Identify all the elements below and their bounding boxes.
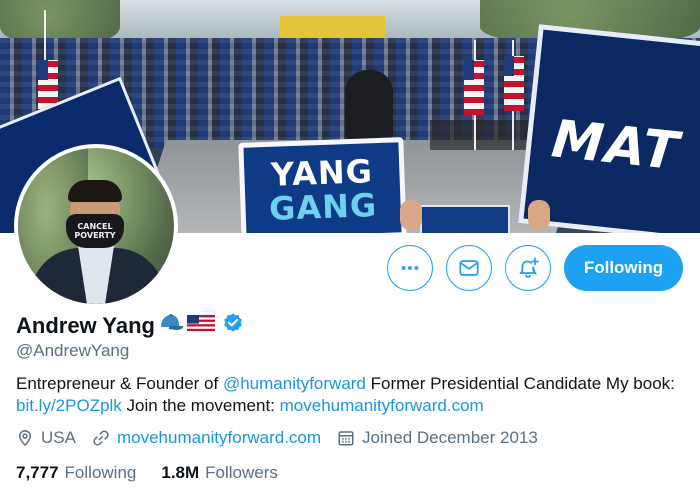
location-text: USA (41, 428, 76, 447)
bio-movement-link[interactable]: movehumanityforward.com (280, 396, 484, 415)
website-link[interactable]: movehumanityforward.com (117, 428, 321, 448)
profile-stats: 7,777 Following 1.8M Followers (16, 463, 303, 483)
banner-building (280, 16, 385, 38)
avatar-hair (68, 180, 122, 202)
sign-text-right: MAT (548, 109, 683, 183)
bio-text: Entrepreneur & Founder of (16, 374, 223, 393)
bio-text: Former Presidential Candidate My book: (365, 374, 675, 393)
followers-label: Followers (205, 463, 278, 482)
message-button[interactable] (446, 245, 492, 291)
mask-text-line1: CANCEL (77, 222, 113, 231)
bell-plus-icon (519, 257, 539, 278)
joined-text: Joined December 2013 (362, 428, 538, 447)
website-item: movehumanityforward.com (92, 428, 321, 448)
location-pin-icon (18, 430, 32, 447)
us-flag-banner (504, 56, 524, 111)
following-stat[interactable]: 7,777 Following (16, 463, 136, 483)
profile-bio: Entrepreneur & Founder of @humanityforwa… (16, 373, 686, 417)
followers-count: 1.8M (161, 463, 200, 482)
us-flag-banner (464, 60, 484, 115)
profile-avatar[interactable]: CANCEL POVERTY (14, 144, 178, 308)
following-button[interactable]: Following (564, 245, 683, 291)
profile-handle: @AndrewYang (16, 341, 130, 360)
notifications-button[interactable] (505, 245, 551, 291)
profile-actions: Following (387, 245, 683, 291)
banner-speaker (345, 70, 393, 140)
profile-name-row: Andrew Yang (16, 312, 244, 339)
envelope-icon (459, 260, 479, 276)
verified-badge-icon (222, 312, 244, 339)
yang-gang-sign: YANG GANG (238, 137, 407, 233)
avatar-mask: CANCEL POVERTY (66, 214, 124, 248)
profile-meta: USA movehumanityforward.com Joined Decem… (16, 428, 554, 448)
raised-hand (400, 200, 422, 230)
bio-book-link[interactable]: bit.ly/2POZplk (16, 396, 122, 415)
bio-mention-link[interactable]: @humanityforward (223, 374, 366, 393)
blue-cap-emoji (158, 313, 184, 338)
sign-text-gang: GANG (268, 186, 378, 228)
joined-item: Joined December 2013 (337, 428, 538, 448)
following-count: 7,777 (16, 463, 59, 482)
following-label: Following (64, 463, 137, 482)
calendar-icon (338, 431, 354, 446)
followers-stat[interactable]: 1.8M Followers (161, 463, 278, 483)
raised-hand (528, 200, 550, 230)
mask-text-line2: POVERTY (74, 231, 116, 240)
us-flag-emoji (186, 313, 216, 338)
profile-name: Andrew Yang (16, 312, 155, 338)
link-icon (93, 430, 109, 446)
more-button[interactable] (387, 245, 433, 291)
location-item: USA (16, 428, 76, 448)
bio-text: Join the movement: (121, 396, 280, 415)
more-dots-icon (401, 266, 419, 270)
campaign-sign-small (420, 205, 510, 233)
